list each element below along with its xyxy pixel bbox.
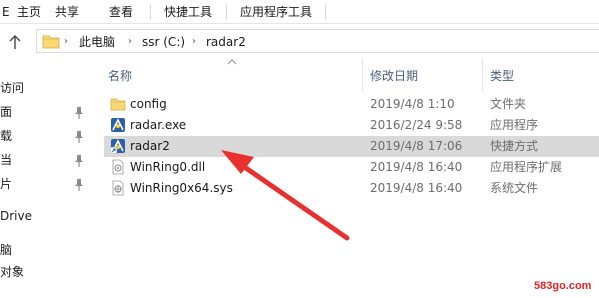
nav-item-label: Drive (0, 209, 32, 223)
file-row[interactable]: radar.exe 2016/2/24 9:58 应用程序 (104, 115, 599, 136)
nav-item-3d-objects[interactable]: 对象 (0, 262, 98, 282)
column-divider[interactable] (482, 58, 483, 92)
file-name[interactable]: WinRing0.dll (130, 159, 205, 175)
nav-item-label: 当 (0, 153, 13, 167)
nav-item-label: 访问 (0, 81, 25, 95)
dll-file-icon (112, 159, 124, 175)
watermark: 583go.com (534, 280, 592, 292)
nav-item-label: 脑 (0, 243, 13, 257)
tab-home[interactable]: 主页 (17, 4, 41, 20)
tab-view[interactable]: 查看 (109, 4, 133, 20)
folder-icon (110, 98, 126, 111)
tab-application-tools[interactable]: 应用程序工具 (240, 4, 312, 20)
file-type: 应用程序扩展 (490, 160, 563, 174)
file-date: 2019/4/8 16:40 (370, 181, 463, 195)
arrow-up-icon (9, 35, 21, 49)
nav-item-this-pc[interactable]: 脑 (0, 240, 98, 260)
pin-icon[interactable] (73, 130, 85, 144)
address-row: › 此电脑 › ssr (C:) › radar2 (0, 25, 599, 58)
column-header-date[interactable]: 修改日期 (370, 68, 418, 84)
file-type: 系统文件 (490, 181, 539, 195)
file-date: 2019/4/8 17:06 (370, 139, 463, 153)
breadcrumb-radar2[interactable]: radar2 (206, 34, 246, 50)
nav-item-label: 对象 (0, 265, 25, 279)
nav-item-label: 载 (0, 129, 13, 143)
column-header-type[interactable]: 类型 (490, 68, 514, 84)
file-date: 2019/4/8 16:40 (370, 160, 463, 174)
file-date: 2016/2/24 9:58 (370, 118, 463, 132)
breadcrumb-this-pc[interactable]: 此电脑 (79, 34, 115, 50)
file-list: 名称 修改日期 类型 config 2019/4/8 1:10 文件夹 rada… (100, 58, 599, 298)
nav-item-label: 片 (0, 177, 13, 191)
file-type: 应用程序 (490, 118, 539, 132)
pin-icon[interactable] (73, 106, 85, 120)
file-type: 快捷方式 (490, 139, 539, 153)
navigation-pane: 访问 面 载 当 片 Drive 脑 对象 (0, 58, 100, 298)
radar-app-icon (111, 118, 125, 132)
column-divider[interactable] (362, 58, 363, 92)
file-name[interactable]: config (130, 96, 167, 112)
pin-icon[interactable] (73, 154, 85, 168)
ribbon-divider (325, 4, 326, 20)
ribbon-divider (150, 4, 151, 20)
sort-ascending-icon (227, 59, 237, 65)
nav-item-label: 面 (0, 105, 13, 119)
sys-file-icon (112, 180, 124, 196)
column-headers: 名称 修改日期 类型 (100, 58, 599, 92)
file-name[interactable]: radar2 (130, 138, 170, 154)
file-name[interactable]: WinRing0x64.sys (130, 180, 233, 196)
pin-icon[interactable] (73, 178, 85, 192)
tab-file-fragment[interactable]: E (2, 4, 10, 20)
file-row-selected[interactable]: radar2 2019/4/8 17:06 快捷方式 (104, 136, 599, 157)
tab-share[interactable]: 共享 (55, 4, 79, 20)
address-bar[interactable]: › 此电脑 › ssr (C:) › radar2 (36, 29, 599, 53)
file-row[interactable]: config 2019/4/8 1:10 文件夹 (104, 94, 599, 115)
file-row[interactable]: WinRing0x64.sys 2019/4/8 16:40 系统文件 (104, 178, 599, 199)
nav-item-onedrive[interactable]: Drive (0, 206, 98, 226)
tab-shortcut-tools[interactable]: 快捷工具 (164, 4, 212, 20)
breadcrumb-drive[interactable]: ssr (C:) (142, 34, 185, 50)
file-type: 文件夹 (490, 97, 527, 111)
nav-item-quick-access[interactable]: 访问 (0, 78, 98, 98)
file-date: 2019/4/8 1:10 (370, 97, 455, 111)
up-button[interactable] (4, 31, 26, 53)
folder-icon (42, 35, 60, 49)
radar-shortcut-icon (110, 139, 125, 154)
breadcrumb-chevron-icon[interactable]: › (128, 34, 132, 50)
file-row[interactable]: WinRing0.dll 2019/4/8 16:40 应用程序扩展 (104, 157, 599, 178)
column-header-name[interactable]: 名称 (108, 68, 132, 84)
explorer-window: E 主页 共享 查看 快捷工具 应用程序工具 › 此电脑 › ssr (C:) … (0, 0, 599, 298)
ribbon-divider (226, 4, 227, 20)
breadcrumb-chevron-icon[interactable]: › (64, 34, 68, 50)
ribbon-tabs: E 主页 共享 查看 快捷工具 应用程序工具 (0, 0, 599, 24)
file-name[interactable]: radar.exe (130, 117, 186, 133)
breadcrumb-chevron-icon[interactable]: › (192, 34, 196, 50)
